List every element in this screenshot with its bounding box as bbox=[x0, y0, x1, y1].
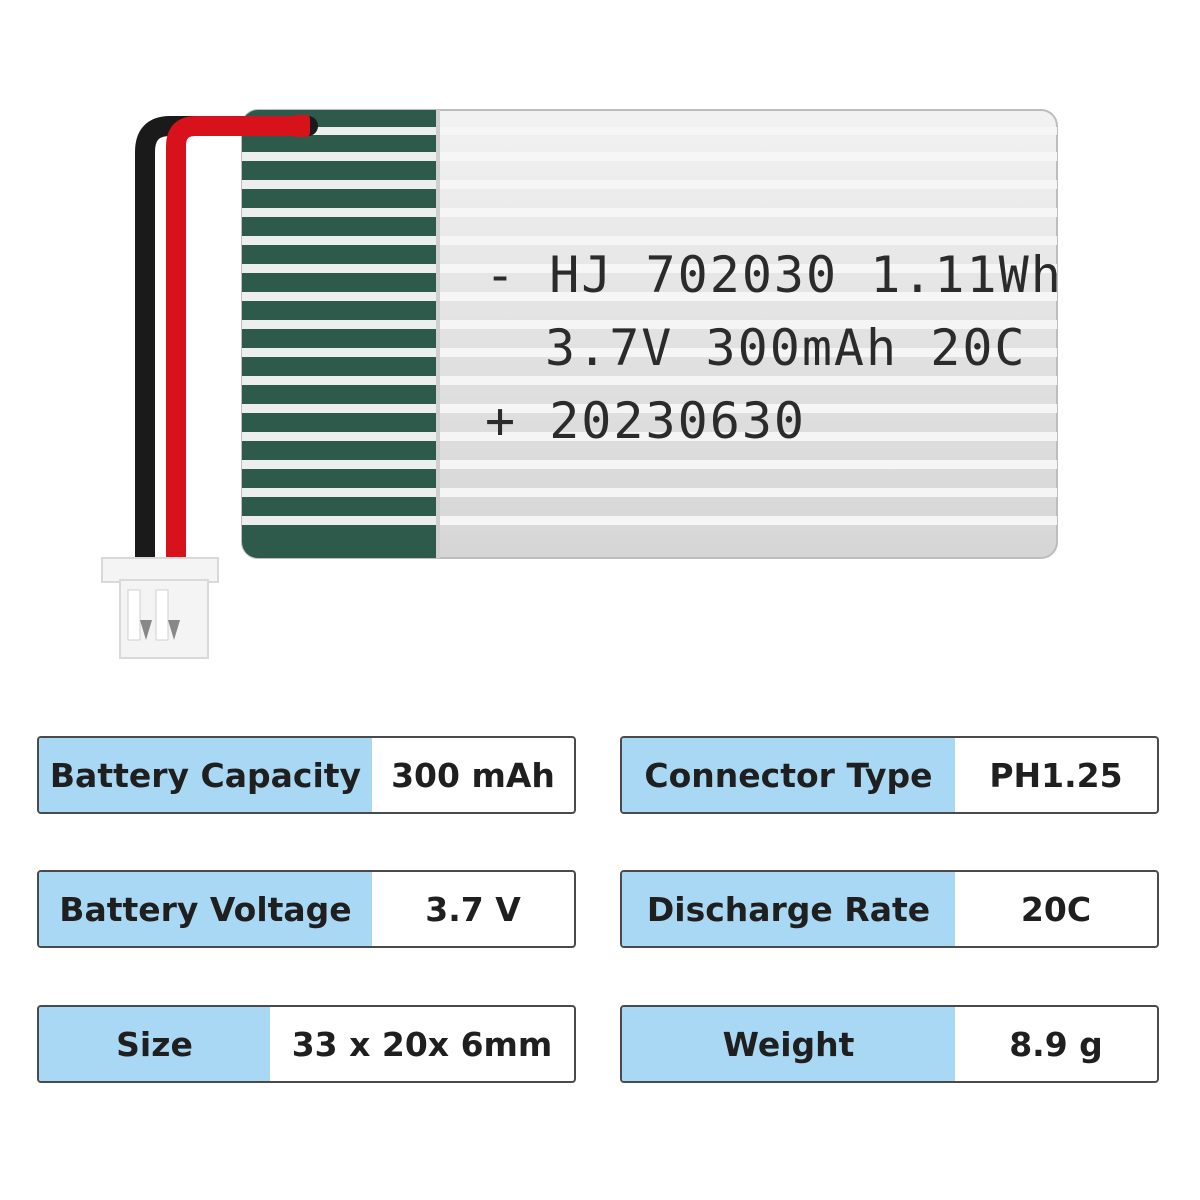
spec-card-weight: Weight 8.9 g bbox=[620, 1005, 1159, 1083]
spec-value: 8.9 g bbox=[1009, 1024, 1103, 1064]
spec-card-battery-voltage: Battery Voltage 3.7 V bbox=[37, 870, 576, 948]
spec-label: Discharge Rate bbox=[622, 872, 955, 946]
battery-illustration: - HJ 702030 1.11Wh 3.7V 300mAh 20C + 202… bbox=[101, 109, 1063, 659]
battery-label-line1: - HJ 702030 1.11Wh bbox=[485, 246, 1063, 304]
spec-label: Size bbox=[39, 1007, 270, 1081]
spec-label: Battery Voltage bbox=[39, 872, 372, 946]
battery-body: - HJ 702030 1.11Wh 3.7V 300mAh 20C + 202… bbox=[241, 109, 1063, 559]
battery-label-line3: + 20230630 bbox=[485, 392, 806, 450]
spec-value: 300 mAh bbox=[391, 755, 555, 795]
spec-value: 20C bbox=[1020, 889, 1092, 929]
spec-value: PH1.25 bbox=[989, 755, 1123, 795]
spec-label: Connector Type bbox=[622, 738, 955, 812]
ph125-connector bbox=[101, 557, 219, 659]
spec-value: 33 x 20x 6mm bbox=[291, 1024, 553, 1064]
spec-value: 3.7 V bbox=[425, 889, 521, 929]
battery-label-line2: 3.7V 300mAh 20C bbox=[545, 319, 1027, 377]
spec-card-connector-type: Connector Type PH1.25 bbox=[620, 736, 1159, 814]
spec-label: Weight bbox=[622, 1007, 955, 1081]
spec-card-size: Size 33 x 20x 6mm bbox=[37, 1005, 576, 1083]
spec-card-battery-capacity: Battery Capacity 300 mAh bbox=[37, 736, 576, 814]
spec-card-discharge-rate: Discharge Rate 20C bbox=[620, 870, 1159, 948]
spec-label: Battery Capacity bbox=[39, 738, 372, 812]
